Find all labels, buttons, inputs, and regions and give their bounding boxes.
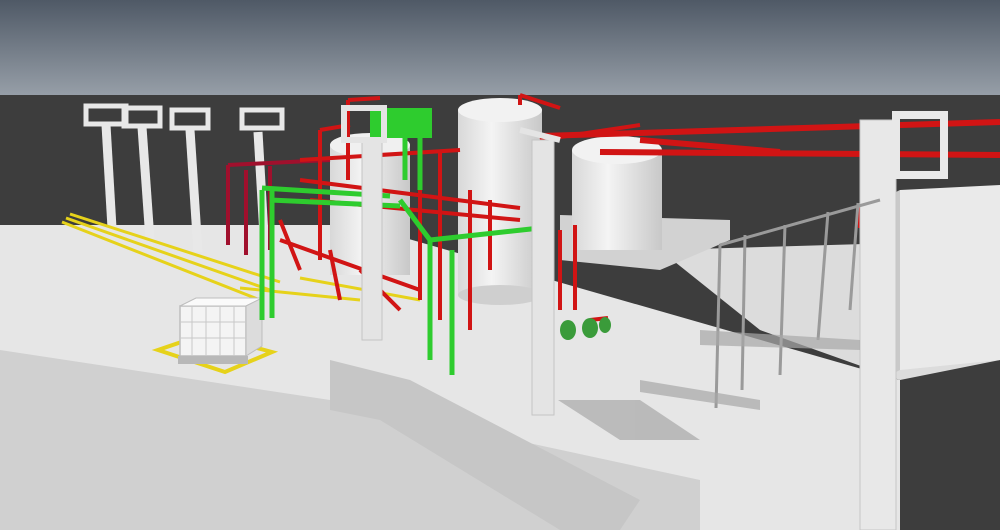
plant-3d-render <box>0 0 1000 530</box>
green-cooling-unit <box>370 108 432 138</box>
right-building <box>900 185 1000 370</box>
sky <box>0 0 1000 100</box>
